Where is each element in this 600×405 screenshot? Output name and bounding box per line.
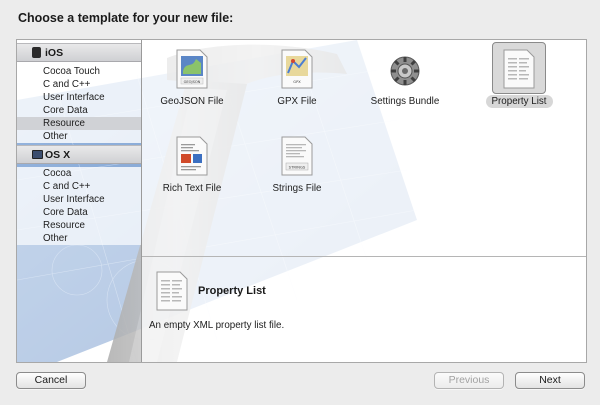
sidebar-group-ios[interactable]: iOS [17,43,141,62]
sidebar-group-label: OS X [45,149,71,161]
template-label: Strings File [272,183,322,194]
sidebar-item-ios-user-interface[interactable]: User Interface [17,91,141,104]
sidebar-item-osx-user-interface[interactable]: User Interface [17,193,141,206]
geojson-file-icon: GEOJSON [176,49,208,89]
template-gpx-file[interactable]: GPX GPX File [247,40,347,130]
template-label: GPX File [277,96,317,107]
property-list-icon [156,271,188,311]
sidebar-item-osx-core-data[interactable]: Core Data [17,206,141,219]
sidebar-group-osx[interactable]: OS X [17,145,141,164]
template-chooser-panel: iOS Cocoa Touch C and C++ User Interface… [16,39,587,363]
sidebar-empty-area [17,245,141,362]
property-list-icon [503,49,535,89]
template-label: Rich Text File [162,183,222,194]
template-settings-bundle[interactable]: Settings Bundle [355,40,455,130]
sidebar-item-osx-c-and-cpp[interactable]: C and C++ [17,180,141,193]
template-strings-file[interactable]: STRINGS Strings File [247,127,347,217]
template-rich-text-file[interactable]: Rich Text File [142,127,242,217]
sidebar-item-ios-resource[interactable]: Resource [17,117,141,130]
iphone-icon [32,47,41,58]
sidebar-group-label: iOS [45,47,64,59]
template-geojson-file[interactable]: GEOJSON GeoJSON File [142,40,242,130]
sidebar-item-osx-cocoa[interactable]: Cocoa [17,167,141,180]
detail-title: Property List [198,285,266,297]
svg-text:GPX: GPX [293,80,301,84]
template-label: GeoJSON File [160,96,224,107]
template-category-sidebar: iOS Cocoa Touch C and C++ User Interface… [17,40,142,362]
template-detail-pane: Property List An empty XML property list… [142,257,586,362]
cancel-button[interactable]: Cancel [16,372,86,389]
svg-text:STRINGS: STRINGS [289,164,306,169]
rich-text-file-icon [176,136,208,176]
sidebar-item-ios-core-data[interactable]: Core Data [17,104,141,117]
strings-file-icon: STRINGS [281,136,313,176]
svg-text:GEOJSON: GEOJSON [184,80,201,84]
settings-bundle-icon [390,56,420,86]
sidebar-item-ios-c-and-cpp[interactable]: C and C++ [17,78,141,91]
template-label: Property List [485,95,553,108]
next-button[interactable]: Next [515,372,585,389]
sidebar-item-osx-other[interactable]: Other [17,232,141,245]
sidebar-item-ios-other[interactable]: Other [17,130,141,143]
sidebar-item-osx-resource[interactable]: Resource [17,219,141,232]
mac-icon [32,150,43,159]
template-label: Settings Bundle [370,96,440,107]
gpx-file-icon: GPX [281,49,313,89]
previous-button[interactable]: Previous [434,372,504,389]
template-grid: GEOJSON GeoJSON File GPX GPX File Settin… [142,40,586,256]
template-property-list[interactable]: Property List [469,40,569,130]
sidebar-item-ios-cocoa-touch[interactable]: Cocoa Touch [17,65,141,78]
dialog-title: Choose a template for your new file: [18,11,234,25]
detail-description: An empty XML property list file. [149,320,285,331]
